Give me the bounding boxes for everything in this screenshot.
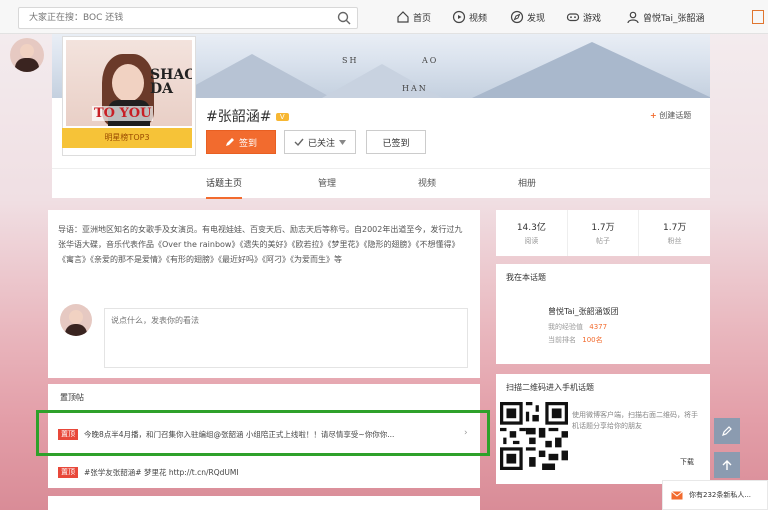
rank-badge[interactable]: 明星榜TOP3 [62, 128, 192, 148]
avatar-image: SHAO DA TO YOU [66, 40, 192, 126]
tab-home[interactable]: 话题主页 [206, 169, 243, 199]
feedback-button[interactable] [714, 418, 740, 444]
highlight-box [36, 410, 490, 456]
nav-game-label: 游戏 [583, 13, 602, 24]
search-box[interactable] [18, 7, 358, 29]
stat-label: 粉丝 [667, 237, 682, 245]
banner-letter: AO [422, 56, 439, 65]
stat-fans: 1.7万粉丝 [639, 210, 710, 256]
list-item[interactable]: 置顶 #张学友张韶涵# 梦里花 http://t.cn/RQdUMI [58, 462, 472, 482]
next-card [48, 496, 480, 510]
topic-stats: 14.3亿阅读 1.7万帖子 1.7万粉丝 [496, 210, 710, 256]
tab-manage[interactable]: 管理 [318, 169, 336, 199]
topic-tabs: 话题主页 管理 视频 相册 [52, 168, 710, 199]
nav-home[interactable]: 首页 [396, 9, 431, 25]
nav-home-label: 首页 [413, 13, 432, 24]
pinned-header: 置顶帖 [60, 393, 84, 402]
nav-video-label: 视频 [469, 13, 488, 24]
rank-line-exp: 我的经验值 4377 [548, 322, 607, 332]
mail-icon [671, 490, 683, 499]
nav-game[interactable]: 游戏 [566, 9, 601, 25]
tab-album[interactable]: 相册 [518, 169, 536, 199]
user-icon [627, 11, 639, 24]
pen-icon [225, 138, 234, 146]
stat-posts: 1.7万帖子 [568, 210, 640, 256]
download-link[interactable]: 下载 [680, 457, 694, 467]
rank-value: 100名 [582, 336, 603, 344]
exp-value: 4377 [589, 323, 608, 331]
back-to-top-button[interactable] [714, 452, 740, 478]
signed-button[interactable]: 已签到 [366, 130, 426, 154]
discover-icon [510, 10, 524, 24]
banner-letter: SH [342, 56, 359, 65]
nav-discover[interactable]: 发现 [510, 9, 545, 25]
comment-input[interactable] [105, 309, 467, 367]
verified-badge: V [275, 113, 289, 121]
stat-read: 14.3亿阅读 [496, 210, 568, 256]
avatar[interactable] [10, 38, 44, 72]
qr-description: 使用微博客户端，扫描右面二维码，将手机话题分享给你的朋友 [572, 411, 698, 430]
tab-video[interactable]: 视频 [418, 169, 436, 199]
sign-in-label: 签到 [238, 138, 257, 149]
avatar[interactable] [60, 304, 92, 336]
game-icon [566, 13, 580, 22]
plus-icon: + [650, 111, 657, 120]
comment-box[interactable] [104, 308, 468, 368]
edit-icon [722, 426, 732, 436]
stat-value: 1.7万 [663, 223, 687, 233]
stat-value: 14.3亿 [516, 223, 546, 233]
stat-label: 帖子 [596, 237, 610, 245]
sign-in-button[interactable]: 签到 [206, 130, 276, 154]
follow-label: 已关注 [307, 138, 335, 149]
check-icon [294, 138, 304, 147]
search-input[interactable] [19, 8, 319, 28]
chevron-down-icon [339, 139, 346, 145]
stat-value: 1.7万 [591, 223, 615, 233]
nav-user[interactable]: 曾悦Tai_张韶涵 [626, 9, 705, 25]
rank-label: 当前排名 [548, 336, 576, 344]
compose-icon[interactable] [752, 10, 764, 24]
video-icon [452, 10, 466, 24]
create-topic-label: 创建话题 [659, 111, 692, 120]
banner-letter: HAN [402, 84, 428, 93]
qr-code-icon [500, 402, 568, 470]
avatar-overlay-text: SHAO DA [150, 67, 192, 97]
rank-line-rank: 当前排名 100名 [548, 335, 603, 345]
avatar-caption: TO YOU [92, 106, 154, 121]
exp-label: 我的经验值 [548, 323, 583, 331]
nav-video[interactable]: 视频 [452, 9, 487, 25]
create-topic-link[interactable]: + 创建话题 [650, 110, 691, 121]
rank-card-title: 我在本话题 [506, 273, 546, 282]
notification-text: 你有232条新私人... [689, 491, 752, 499]
search-icon[interactable] [337, 11, 351, 25]
message-notification[interactable]: 你有232条新私人... [662, 480, 768, 510]
pinned-tag: 置顶 [58, 466, 78, 478]
home-icon [397, 11, 409, 23]
nav-user-label: 曾悦Tai_张韶涵 [643, 13, 705, 24]
topic-title-text: #张韶涵# [206, 109, 272, 125]
qr-title: 扫描二维码进入手机话题 [506, 383, 594, 392]
intro-text: 导语：亚洲地区知名的女歌手及女演员。有电视娃娃、百变天后、励志天后等称号。自20… [58, 225, 463, 264]
page-title: #张韶涵# V [206, 106, 289, 126]
arrow-up-icon [722, 460, 732, 470]
post-text: #张学友张韶涵# 梦里花 http://t.cn/RQdUMI [84, 467, 239, 477]
rank-user-name[interactable]: 曾悦Tai_张韶涵饭团 [548, 306, 619, 317]
follow-button[interactable]: 已关注 [284, 130, 356, 154]
nav-discover-label: 发现 [527, 13, 546, 24]
stat-label: 阅读 [524, 237, 539, 245]
